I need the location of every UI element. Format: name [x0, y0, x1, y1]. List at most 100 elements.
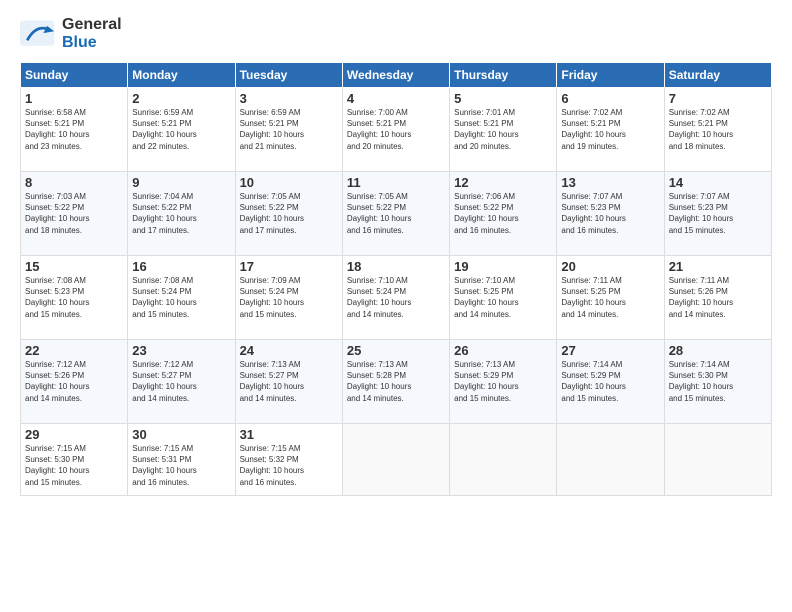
calendar-cell: 31Sunrise: 7:15 AMSunset: 5:32 PMDayligh…: [235, 424, 342, 496]
day-number: 8: [25, 175, 123, 190]
day-number: 23: [132, 343, 230, 358]
day-header-tuesday: Tuesday: [235, 63, 342, 88]
calendar-cell: [664, 424, 771, 496]
day-number: 17: [240, 259, 338, 274]
cell-details: Sunrise: 7:05 AMSunset: 5:22 PMDaylight:…: [347, 191, 445, 236]
cell-details: Sunrise: 7:13 AMSunset: 5:29 PMDaylight:…: [454, 359, 552, 404]
day-number: 11: [347, 175, 445, 190]
calendar-cell: [557, 424, 664, 496]
day-number: 31: [240, 427, 338, 442]
day-number: 15: [25, 259, 123, 274]
calendar-cell: 18Sunrise: 7:10 AMSunset: 5:24 PMDayligh…: [342, 256, 449, 340]
calendar-cell: 26Sunrise: 7:13 AMSunset: 5:29 PMDayligh…: [450, 340, 557, 424]
cell-details: Sunrise: 7:14 AMSunset: 5:29 PMDaylight:…: [561, 359, 659, 404]
calendar-cell: 12Sunrise: 7:06 AMSunset: 5:22 PMDayligh…: [450, 172, 557, 256]
day-number: 25: [347, 343, 445, 358]
cell-details: Sunrise: 7:02 AMSunset: 5:21 PMDaylight:…: [669, 107, 767, 152]
calendar-cell: 6Sunrise: 7:02 AMSunset: 5:21 PMDaylight…: [557, 88, 664, 172]
cell-details: Sunrise: 7:11 AMSunset: 5:25 PMDaylight:…: [561, 275, 659, 320]
day-number: 28: [669, 343, 767, 358]
calendar-week-row: 8Sunrise: 7:03 AMSunset: 5:22 PMDaylight…: [21, 172, 772, 256]
cell-details: Sunrise: 7:15 AMSunset: 5:32 PMDaylight:…: [240, 443, 338, 488]
cell-details: Sunrise: 7:04 AMSunset: 5:22 PMDaylight:…: [132, 191, 230, 236]
calendar-cell: 19Sunrise: 7:10 AMSunset: 5:25 PMDayligh…: [450, 256, 557, 340]
day-number: 4: [347, 91, 445, 106]
cell-details: Sunrise: 7:13 AMSunset: 5:27 PMDaylight:…: [240, 359, 338, 404]
calendar-cell: 17Sunrise: 7:09 AMSunset: 5:24 PMDayligh…: [235, 256, 342, 340]
calendar-cell: 5Sunrise: 7:01 AMSunset: 5:21 PMDaylight…: [450, 88, 557, 172]
day-header-saturday: Saturday: [664, 63, 771, 88]
day-number: 18: [347, 259, 445, 274]
cell-details: Sunrise: 6:58 AMSunset: 5:21 PMDaylight:…: [25, 107, 123, 152]
cell-details: Sunrise: 7:14 AMSunset: 5:30 PMDaylight:…: [669, 359, 767, 404]
day-number: 7: [669, 91, 767, 106]
page: General Blue SundayMondayTuesdayWednesda…: [0, 0, 792, 612]
cell-details: Sunrise: 7:03 AMSunset: 5:22 PMDaylight:…: [25, 191, 123, 236]
day-number: 10: [240, 175, 338, 190]
cell-details: Sunrise: 7:10 AMSunset: 5:24 PMDaylight:…: [347, 275, 445, 320]
cell-details: Sunrise: 7:06 AMSunset: 5:22 PMDaylight:…: [454, 191, 552, 236]
cell-details: Sunrise: 7:13 AMSunset: 5:28 PMDaylight:…: [347, 359, 445, 404]
calendar-cell: 29Sunrise: 7:15 AMSunset: 5:30 PMDayligh…: [21, 424, 128, 496]
calendar-header-row: SundayMondayTuesdayWednesdayThursdayFrid…: [21, 63, 772, 88]
cell-details: Sunrise: 7:12 AMSunset: 5:26 PMDaylight:…: [25, 359, 123, 404]
day-header-monday: Monday: [128, 63, 235, 88]
calendar-cell: 7Sunrise: 7:02 AMSunset: 5:21 PMDaylight…: [664, 88, 771, 172]
day-number: 9: [132, 175, 230, 190]
day-number: 1: [25, 91, 123, 106]
calendar-cell: [450, 424, 557, 496]
calendar-cell: [342, 424, 449, 496]
calendar-week-row: 22Sunrise: 7:12 AMSunset: 5:26 PMDayligh…: [21, 340, 772, 424]
day-number: 29: [25, 427, 123, 442]
calendar-cell: 10Sunrise: 7:05 AMSunset: 5:22 PMDayligh…: [235, 172, 342, 256]
calendar-cell: 28Sunrise: 7:14 AMSunset: 5:30 PMDayligh…: [664, 340, 771, 424]
day-number: 3: [240, 91, 338, 106]
calendar-cell: 25Sunrise: 7:13 AMSunset: 5:28 PMDayligh…: [342, 340, 449, 424]
cell-details: Sunrise: 7:02 AMSunset: 5:21 PMDaylight:…: [561, 107, 659, 152]
day-number: 2: [132, 91, 230, 106]
calendar-cell: 13Sunrise: 7:07 AMSunset: 5:23 PMDayligh…: [557, 172, 664, 256]
calendar-cell: 11Sunrise: 7:05 AMSunset: 5:22 PMDayligh…: [342, 172, 449, 256]
day-number: 5: [454, 91, 552, 106]
cell-details: Sunrise: 7:08 AMSunset: 5:23 PMDaylight:…: [25, 275, 123, 320]
day-number: 22: [25, 343, 123, 358]
cell-details: Sunrise: 7:01 AMSunset: 5:21 PMDaylight:…: [454, 107, 552, 152]
cell-details: Sunrise: 7:07 AMSunset: 5:23 PMDaylight:…: [561, 191, 659, 236]
logo: General Blue: [20, 16, 122, 52]
calendar-cell: 15Sunrise: 7:08 AMSunset: 5:23 PMDayligh…: [21, 256, 128, 340]
calendar-cell: 23Sunrise: 7:12 AMSunset: 5:27 PMDayligh…: [128, 340, 235, 424]
cell-details: Sunrise: 7:07 AMSunset: 5:23 PMDaylight:…: [669, 191, 767, 236]
day-number: 19: [454, 259, 552, 274]
calendar-cell: 4Sunrise: 7:00 AMSunset: 5:21 PMDaylight…: [342, 88, 449, 172]
calendar-cell: 22Sunrise: 7:12 AMSunset: 5:26 PMDayligh…: [21, 340, 128, 424]
day-number: 21: [669, 259, 767, 274]
calendar-week-row: 1Sunrise: 6:58 AMSunset: 5:21 PMDaylight…: [21, 88, 772, 172]
day-number: 14: [669, 175, 767, 190]
calendar-cell: 27Sunrise: 7:14 AMSunset: 5:29 PMDayligh…: [557, 340, 664, 424]
cell-details: Sunrise: 7:10 AMSunset: 5:25 PMDaylight:…: [454, 275, 552, 320]
cell-details: Sunrise: 7:12 AMSunset: 5:27 PMDaylight:…: [132, 359, 230, 404]
day-number: 30: [132, 427, 230, 442]
day-number: 20: [561, 259, 659, 274]
calendar-week-row: 29Sunrise: 7:15 AMSunset: 5:30 PMDayligh…: [21, 424, 772, 496]
calendar-cell: 16Sunrise: 7:08 AMSunset: 5:24 PMDayligh…: [128, 256, 235, 340]
calendar-cell: 20Sunrise: 7:11 AMSunset: 5:25 PMDayligh…: [557, 256, 664, 340]
calendar-cell: 21Sunrise: 7:11 AMSunset: 5:26 PMDayligh…: [664, 256, 771, 340]
day-header-friday: Friday: [557, 63, 664, 88]
day-number: 27: [561, 343, 659, 358]
calendar-cell: 14Sunrise: 7:07 AMSunset: 5:23 PMDayligh…: [664, 172, 771, 256]
day-number: 24: [240, 343, 338, 358]
cell-details: Sunrise: 7:00 AMSunset: 5:21 PMDaylight:…: [347, 107, 445, 152]
calendar-week-row: 15Sunrise: 7:08 AMSunset: 5:23 PMDayligh…: [21, 256, 772, 340]
day-header-wednesday: Wednesday: [342, 63, 449, 88]
day-header-thursday: Thursday: [450, 63, 557, 88]
calendar-cell: 9Sunrise: 7:04 AMSunset: 5:22 PMDaylight…: [128, 172, 235, 256]
calendar-cell: 24Sunrise: 7:13 AMSunset: 5:27 PMDayligh…: [235, 340, 342, 424]
logo-text: General Blue: [62, 16, 122, 52]
header: General Blue: [20, 16, 772, 52]
logo-icon: [20, 20, 56, 48]
calendar-cell: 8Sunrise: 7:03 AMSunset: 5:22 PMDaylight…: [21, 172, 128, 256]
day-number: 13: [561, 175, 659, 190]
day-header-sunday: Sunday: [21, 63, 128, 88]
cell-details: Sunrise: 6:59 AMSunset: 5:21 PMDaylight:…: [132, 107, 230, 152]
